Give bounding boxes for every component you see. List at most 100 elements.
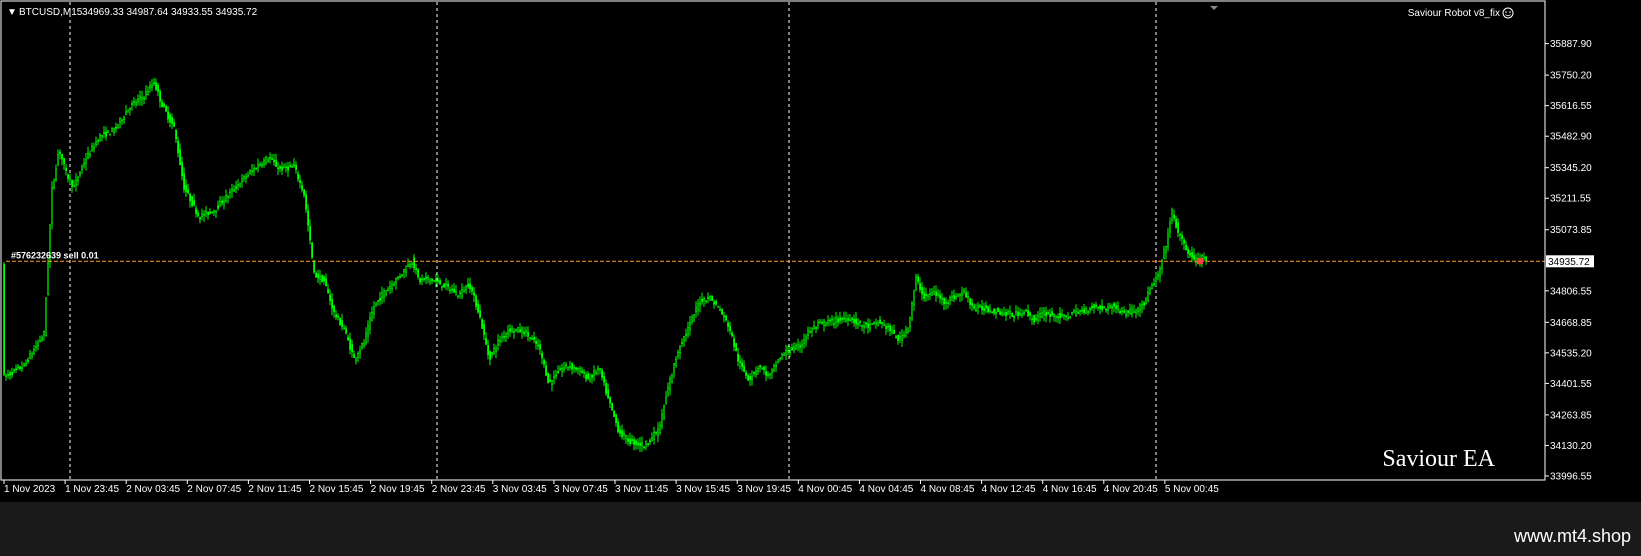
footer-site-link[interactable]: www.mt4.shop — [1514, 526, 1631, 547]
candle-body — [1145, 298, 1148, 304]
candle-body — [885, 326, 888, 329]
candle-body — [145, 91, 148, 95]
candle-body — [207, 211, 210, 215]
candle-body — [513, 330, 516, 333]
candle-body — [829, 319, 832, 322]
candle-body — [1051, 311, 1054, 316]
candle-body — [867, 323, 870, 328]
candle-body — [383, 290, 386, 298]
candle-body — [123, 116, 126, 121]
candle-body — [785, 350, 788, 355]
candle-body — [77, 177, 80, 181]
x-tick-label: 4 Nov 20:45 — [1104, 484, 1158, 495]
candle-body — [27, 359, 30, 362]
candle-body — [725, 315, 728, 321]
day-separator-lines — [69, 2, 1157, 479]
candle-body — [115, 126, 118, 129]
candle-body — [669, 378, 672, 390]
candle-body — [727, 322, 730, 327]
candle-body — [535, 341, 538, 345]
candle-body — [747, 375, 750, 381]
candle-body — [653, 431, 656, 441]
chart-shift-marker[interactable] — [1210, 6, 1218, 10]
candle-body — [247, 174, 250, 177]
candle-body — [61, 153, 64, 160]
candle-body — [205, 210, 208, 214]
candle-body — [899, 335, 902, 339]
candle-body — [625, 435, 628, 439]
candle-body — [571, 363, 574, 370]
candle-body — [1079, 310, 1082, 313]
candle-body — [671, 373, 674, 383]
y-tick-label: 34668.85 — [1550, 318, 1592, 329]
candle-body — [15, 368, 18, 371]
candle-body — [459, 292, 462, 295]
candle-body — [471, 287, 474, 292]
candle-body — [523, 331, 526, 335]
x-tick-label: 2 Nov 23:45 — [432, 484, 486, 495]
candle-body — [339, 318, 342, 326]
candle-body — [253, 168, 256, 173]
candle-body — [893, 330, 896, 334]
candle-body — [93, 146, 96, 150]
candle-body — [69, 178, 72, 181]
candle-body — [411, 262, 414, 265]
candle-body — [101, 135, 104, 137]
candle-body — [143, 97, 146, 100]
candle-body — [489, 351, 492, 360]
candle-body — [629, 438, 632, 444]
candle-body — [841, 318, 844, 320]
candle-body — [221, 200, 224, 204]
candle-body — [1121, 310, 1124, 313]
candle-body — [773, 365, 776, 371]
candle-body — [187, 189, 190, 194]
candle-body — [219, 200, 222, 207]
candle-body — [647, 443, 650, 445]
candle-body — [879, 319, 882, 324]
candle-body — [233, 189, 236, 192]
y-tick-label: 34535.20 — [1550, 348, 1592, 359]
candle-body — [983, 308, 986, 312]
candle-body — [995, 312, 998, 314]
candle-body — [7, 374, 10, 376]
candle-body — [633, 439, 636, 445]
candle-body — [291, 166, 294, 168]
candle-body — [579, 368, 582, 372]
candle-body — [105, 131, 108, 137]
candle-body — [1151, 284, 1154, 289]
candle-body — [31, 353, 34, 357]
candle-body — [813, 325, 816, 329]
candle-body — [957, 293, 960, 297]
candle-body — [737, 353, 740, 362]
candle-body — [385, 290, 388, 295]
candle-body — [223, 200, 226, 205]
candle-body — [1059, 313, 1062, 318]
candle-body — [777, 359, 780, 363]
candle-body — [695, 306, 698, 312]
candle-body — [1131, 308, 1134, 315]
candle-body — [923, 292, 926, 299]
candle-body — [815, 327, 818, 329]
candle-body — [95, 141, 98, 146]
candle-body — [1117, 305, 1120, 311]
candle-body — [263, 159, 266, 165]
candle-body — [135, 102, 138, 105]
candle-body — [285, 166, 288, 169]
candle-body — [283, 165, 286, 169]
header-arrow-icon[interactable]: ▼ — [7, 7, 17, 18]
ohlc-readout: 34969.33 34987.64 34933.55 34935.72 — [82, 7, 258, 18]
y-tick-label: 34263.85 — [1550, 410, 1592, 421]
candle-body — [1113, 303, 1116, 307]
candle-body — [273, 159, 276, 163]
candle-body — [1125, 313, 1128, 316]
smiley-icon[interactable] — [1502, 7, 1514, 19]
candle-body — [367, 324, 370, 337]
candle-body — [229, 191, 232, 194]
candle-body — [443, 283, 446, 288]
candle-body — [883, 324, 886, 327]
candle-body — [155, 82, 158, 90]
candle-body — [987, 306, 990, 312]
candle-body — [1139, 304, 1142, 311]
candle-body — [541, 352, 544, 359]
candle-body — [595, 372, 598, 375]
